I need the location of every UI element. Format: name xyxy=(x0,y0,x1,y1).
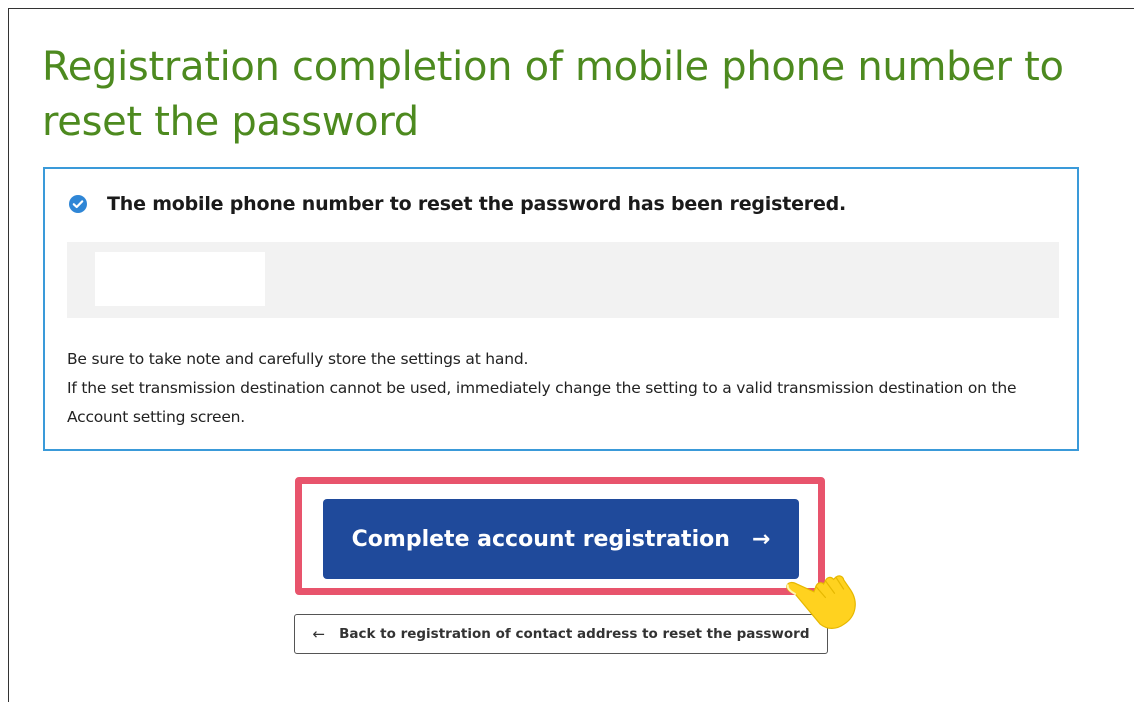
check-circle-icon xyxy=(69,195,87,213)
registered-phone-value xyxy=(95,252,265,306)
note-line-1: Be sure to take note and carefully store… xyxy=(67,350,529,368)
complete-button-label: Complete account registration xyxy=(351,526,730,552)
page-title: Registration completion of mobile phone … xyxy=(42,44,1064,145)
registered-value-area xyxy=(67,242,1059,318)
arrow-right-icon: → xyxy=(751,526,771,552)
completion-notice: The mobile phone number to reset the pas… xyxy=(43,167,1079,451)
back-to-contact-registration-button[interactable]: ← Back to registration of contact addres… xyxy=(294,614,828,654)
notice-note: Be sure to take note and carefully store… xyxy=(67,345,1057,432)
notice-heading: The mobile phone number to reset the pas… xyxy=(107,193,847,215)
back-button-label: Back to registration of contact address … xyxy=(339,626,810,642)
pointing-hand-icon xyxy=(786,575,856,629)
note-line-2: If the set transmission destination cann… xyxy=(67,379,1017,426)
arrow-left-icon: ← xyxy=(312,625,326,643)
complete-account-registration-button[interactable]: Complete account registration → xyxy=(323,499,799,579)
